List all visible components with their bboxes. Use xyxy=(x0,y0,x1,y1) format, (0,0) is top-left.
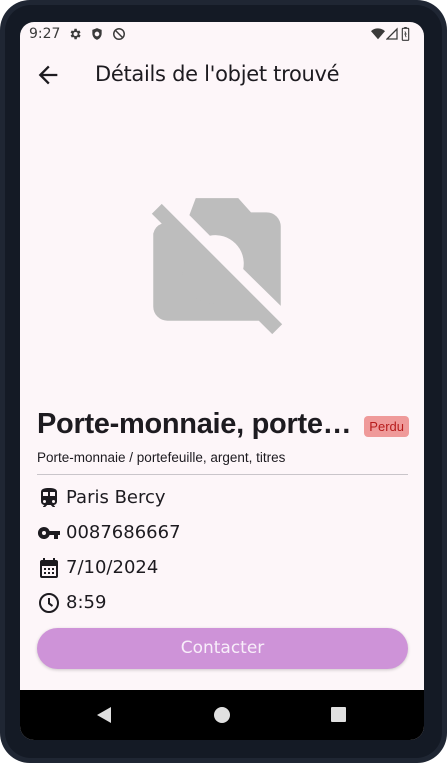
info-row-time: 8:59 xyxy=(37,589,409,617)
battery-icon xyxy=(401,27,410,41)
reference-text: 0087686667 xyxy=(66,522,181,543)
info-row-date: 7/10/2024 xyxy=(37,554,409,582)
calendar-icon xyxy=(40,558,58,578)
signal-icon xyxy=(386,27,398,40)
train-icon xyxy=(41,488,57,507)
info-row-station: Paris Bercy xyxy=(37,484,409,512)
no-photography-icon xyxy=(151,198,283,335)
info-row-reference: 0087686667 xyxy=(37,519,409,547)
arrow-back-icon[interactable] xyxy=(34,61,62,89)
contact-button[interactable]: Contacter xyxy=(37,628,408,669)
status-bar: 9:27 xyxy=(20,22,424,46)
no-sync-icon xyxy=(113,28,125,40)
date-text: 7/10/2024 xyxy=(66,557,159,578)
page-title: Détails de l'objet trouvé xyxy=(95,62,340,86)
time-text: 8:59 xyxy=(66,592,107,613)
status-time: 9:27 xyxy=(29,26,61,42)
app-bar: Détails de l'objet trouvé xyxy=(20,52,424,98)
divider xyxy=(37,474,408,475)
navigation-bar xyxy=(20,690,424,740)
clock-icon xyxy=(39,593,59,613)
status-badge: Perdu xyxy=(364,416,409,437)
gear-icon xyxy=(70,28,81,40)
wifi-icon xyxy=(371,28,385,40)
nav-recent-icon[interactable] xyxy=(331,707,346,722)
key-icon xyxy=(37,527,60,539)
shield-icon xyxy=(92,28,102,40)
nav-home-icon[interactable] xyxy=(214,707,230,723)
device-frame: 9:27 Détails de l'objet trouvé Porte-mon… xyxy=(0,0,447,763)
station-text: Paris Bercy xyxy=(66,487,166,508)
item-title-row: Porte-monnaie, portefeuille, argent, tit… xyxy=(37,408,409,444)
item-category: Porte-monnaie / portefeuille, argent, ti… xyxy=(37,450,286,465)
nav-back-icon[interactable] xyxy=(96,706,112,724)
screen: 9:27 Détails de l'objet trouvé Porte-mon… xyxy=(20,22,424,740)
item-title: Porte-monnaie, portefeuille, argent, tit… xyxy=(37,408,355,440)
